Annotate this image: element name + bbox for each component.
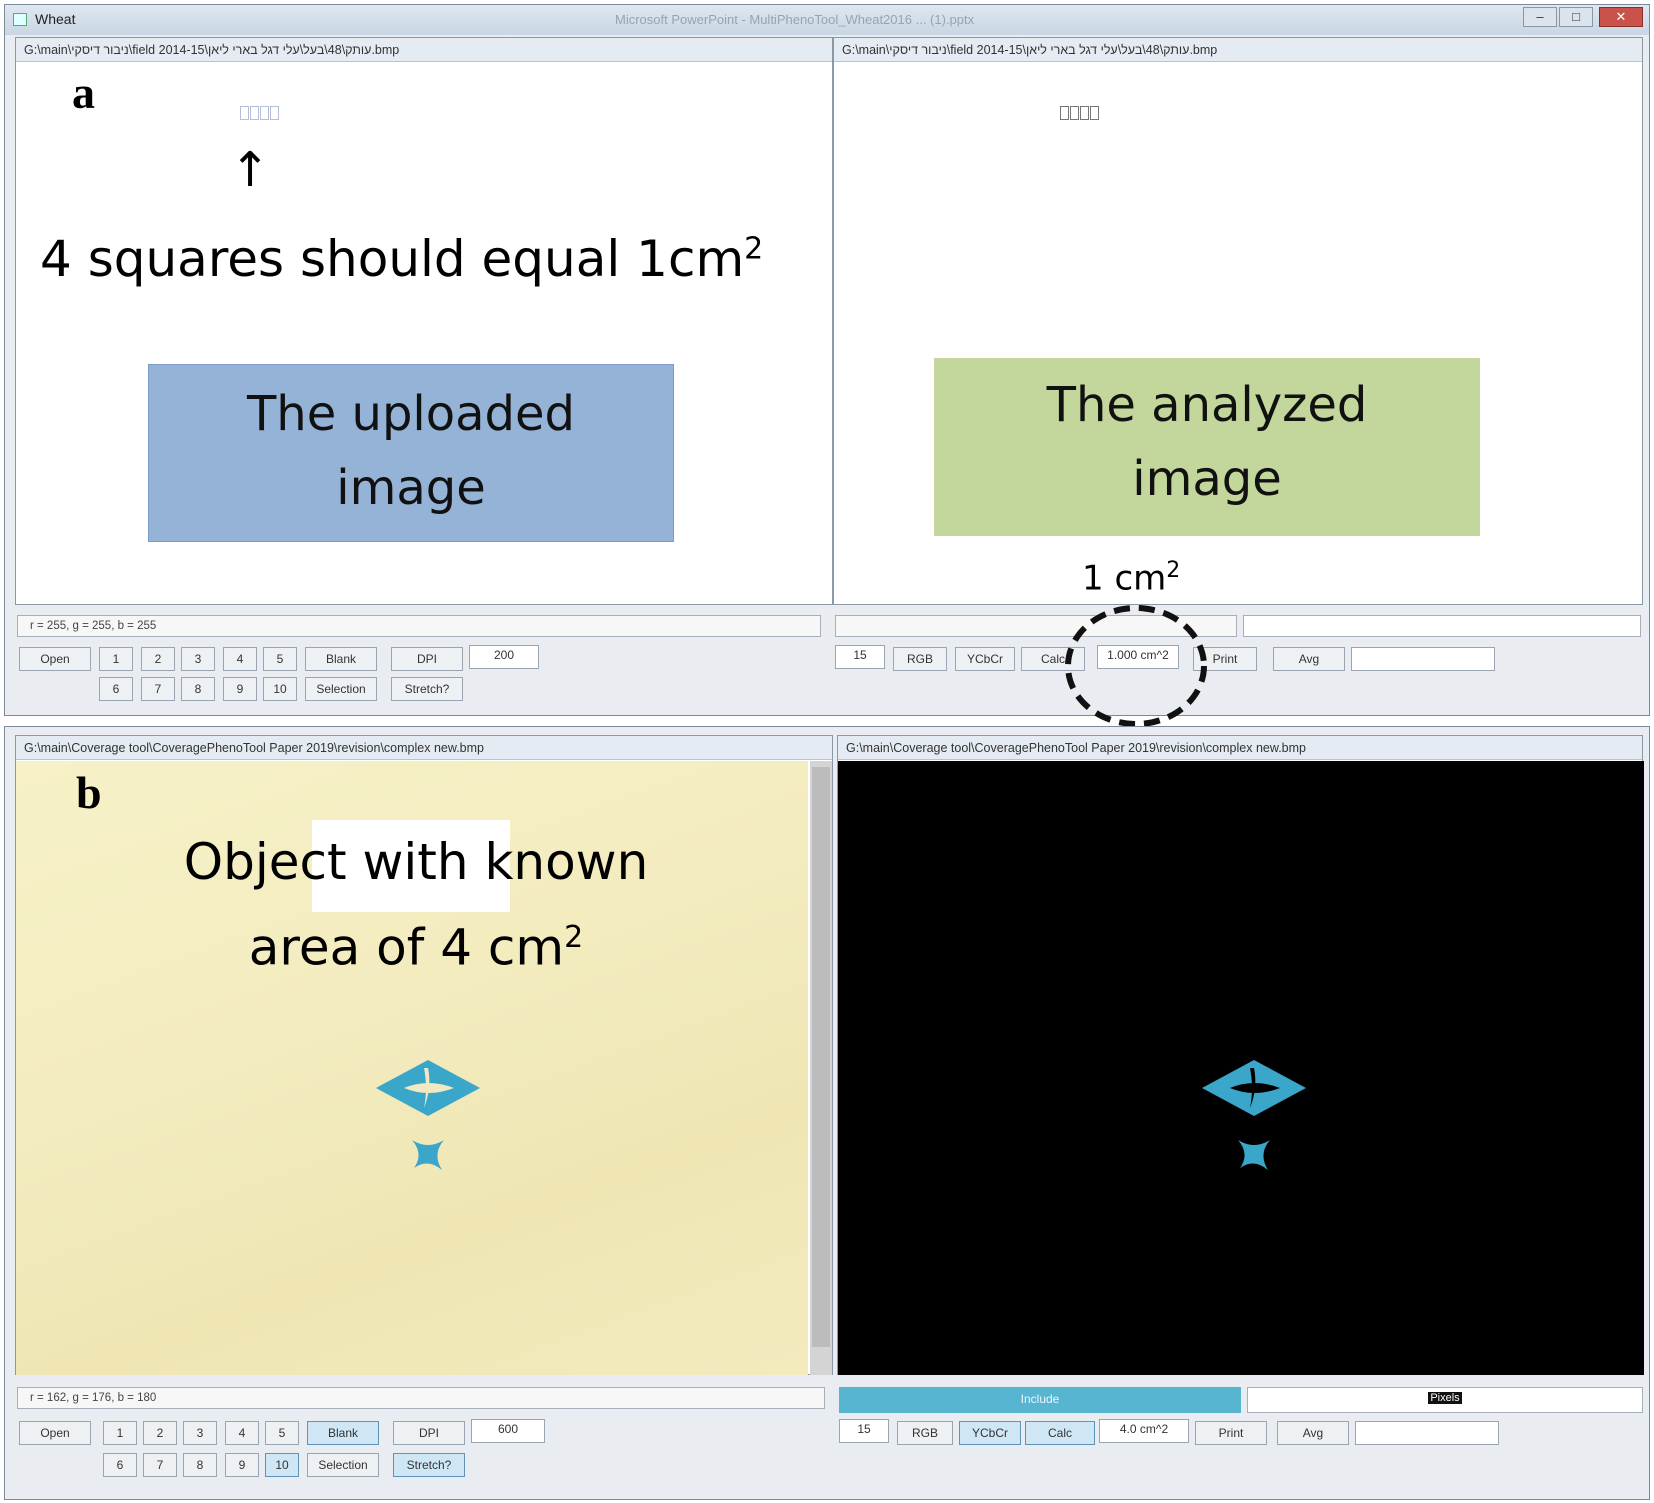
- ycbcr-button[interactable]: YCbCr: [955, 647, 1015, 671]
- analyzed-callout-line1: The analyzed: [1046, 377, 1368, 433]
- analyzed-image-callout: The analyzed image: [934, 358, 1480, 536]
- threshold-input[interactable]: 15: [835, 645, 885, 669]
- avg-button-b[interactable]: Avg: [1277, 1421, 1349, 1445]
- slot-2-button-b[interactable]: 2: [143, 1421, 177, 1445]
- avg-result-field: [1351, 647, 1495, 671]
- calc-button-b[interactable]: Calc: [1025, 1421, 1095, 1445]
- analyzed-image-window: G:\main\ניבור דיסקי\field 2014-15\עותק\4…: [833, 37, 1643, 605]
- slot-8-button-b[interactable]: 8: [183, 1453, 217, 1477]
- unit-area-sup: 2: [1166, 558, 1181, 583]
- pixel-color-readout: r = 255, g = 255, b = 255: [17, 615, 821, 637]
- slot-9-button[interactable]: 9: [223, 677, 257, 701]
- include-bar[interactable]: Include: [839, 1387, 1241, 1413]
- app-icon: [13, 13, 27, 26]
- object-area-note: Object with known area of 4 cm2: [116, 824, 716, 986]
- title-bar: Wheat Microsoft PowerPoint - MultiPhenoT…: [5, 5, 1649, 35]
- reference-object-icon: [376, 1060, 480, 1170]
- analyzed-file-path: G:\main\ניבור דיסקי\field 2014-15\עותק\4…: [834, 38, 1642, 62]
- slot-8-button[interactable]: 8: [181, 677, 215, 701]
- stretch-button-b[interactable]: Stretch?: [393, 1453, 465, 1477]
- uploaded-callout-line1: The uploaded: [246, 386, 575, 442]
- object-file-path: G:\main\Coverage tool\CoveragePhenoTool …: [16, 736, 832, 760]
- result-box-empty: [1243, 615, 1641, 637]
- app-title: Wheat: [35, 11, 76, 27]
- calibration-note-text: 4 squares should equal 1cm: [40, 230, 745, 288]
- pixel-color-readout-b: r = 162, g = 176, b = 180: [17, 1387, 825, 1409]
- area-result-field-b: 4.0 cm^2: [1099, 1419, 1189, 1443]
- dpi-input[interactable]: 200: [469, 645, 539, 669]
- uploaded-image-window: G:\main\ניבור דיסקי\field 2014-15\עותק\4…: [15, 37, 833, 605]
- slot-1-button[interactable]: 1: [99, 647, 133, 671]
- slot-3-button[interactable]: 3: [181, 647, 215, 671]
- open-button[interactable]: Open: [19, 647, 91, 671]
- stretch-button[interactable]: Stretch?: [391, 677, 463, 701]
- calibration-squares: [240, 106, 279, 120]
- avg-result-field-b: [1355, 1421, 1499, 1445]
- dpi-input-b[interactable]: 600: [471, 1419, 545, 1443]
- slot-6-button[interactable]: 6: [99, 677, 133, 701]
- slot-7-button-b[interactable]: 7: [143, 1453, 177, 1477]
- analyzed-callout-line2: image: [1132, 451, 1282, 507]
- object-note-line2: area of 4 cm: [248, 918, 565, 977]
- slot-10-button[interactable]: 10: [263, 677, 297, 701]
- ycbcr-button-b[interactable]: YCbCr: [959, 1421, 1021, 1445]
- object-analyzed-window: G:\main\Coverage tool\CoveragePhenoTool …: [837, 735, 1644, 1375]
- detected-object-icon: [1202, 1060, 1306, 1170]
- vertical-scrollbar[interactable]: [810, 761, 832, 1375]
- close-button[interactable]: ✕: [1599, 7, 1643, 27]
- minimize-button[interactable]: –: [1523, 7, 1557, 27]
- slot-2-button[interactable]: 2: [141, 647, 175, 671]
- analyzed-calibration-squares: [1060, 106, 1099, 120]
- slot-10-button-b[interactable]: 10: [265, 1453, 299, 1477]
- unit-area-text: 1 cm: [1082, 558, 1167, 599]
- avg-button[interactable]: Avg: [1273, 647, 1345, 671]
- rgb-button-b[interactable]: RGB: [897, 1421, 953, 1445]
- calibration-note-sup: 2: [744, 231, 764, 267]
- panel-label-b: b: [76, 767, 102, 818]
- slot-9-button-b[interactable]: 9: [225, 1453, 259, 1477]
- selection-button[interactable]: Selection: [305, 677, 377, 701]
- panel-a-window: Wheat Microsoft PowerPoint - MultiPhenoT…: [4, 4, 1650, 727]
- slot-4-button-b[interactable]: 4: [225, 1421, 259, 1445]
- uploaded-callout-line2: image: [336, 460, 486, 516]
- highlight-ellipse: [1065, 605, 1207, 727]
- scrollbar-thumb[interactable]: [812, 767, 830, 1347]
- slot-7-button[interactable]: 7: [141, 677, 175, 701]
- slot-5-button-b[interactable]: 5: [265, 1421, 299, 1445]
- slot-3-button-b[interactable]: 3: [183, 1421, 217, 1445]
- unit-area-label: 1 cm2: [1082, 558, 1180, 598]
- panel-label-a: a: [72, 67, 95, 118]
- slot-4-button[interactable]: 4: [223, 647, 257, 671]
- maximize-button[interactable]: □: [1559, 7, 1593, 27]
- slot-5-button[interactable]: 5: [263, 647, 297, 671]
- up-arrow-icon: ↑: [230, 142, 271, 198]
- blank-button-b[interactable]: Blank: [307, 1421, 379, 1445]
- dpi-button[interactable]: DPI: [391, 647, 463, 671]
- dpi-button-b[interactable]: DPI: [393, 1421, 465, 1445]
- pixels-label: Pixels: [1428, 1392, 1462, 1404]
- open-button-b[interactable]: Open: [19, 1421, 91, 1445]
- background-window-title: Microsoft PowerPoint - MultiPhenoTool_Wh…: [615, 12, 975, 27]
- calibration-note: 4 squares should equal 1cm2: [40, 230, 763, 288]
- selection-button-b[interactable]: Selection: [307, 1453, 379, 1477]
- slot-6-button-b[interactable]: 6: [103, 1453, 137, 1477]
- result-label-box: Pixels: [1247, 1387, 1643, 1413]
- print-button-b[interactable]: Print: [1195, 1421, 1267, 1445]
- object-image-window: G:\main\Coverage tool\CoveragePhenoTool …: [15, 735, 833, 1375]
- object-note-line1: Object with known: [183, 833, 649, 891]
- object-note-sup: 2: [564, 920, 584, 955]
- uploaded-file-path: G:\main\ניבור דיסקי\field 2014-15\עותק\4…: [16, 38, 832, 62]
- threshold-input-b[interactable]: 15: [839, 1419, 889, 1443]
- slot-1-button-b[interactable]: 1: [103, 1421, 137, 1445]
- blank-button[interactable]: Blank: [305, 647, 377, 671]
- rgb-button[interactable]: RGB: [893, 647, 947, 671]
- uploaded-image-callout: The uploaded image: [148, 364, 674, 542]
- panel-b-window: G:\main\Coverage tool\CoveragePhenoTool …: [4, 726, 1650, 1500]
- object-analyzed-path: G:\main\Coverage tool\CoveragePhenoTool …: [838, 736, 1642, 760]
